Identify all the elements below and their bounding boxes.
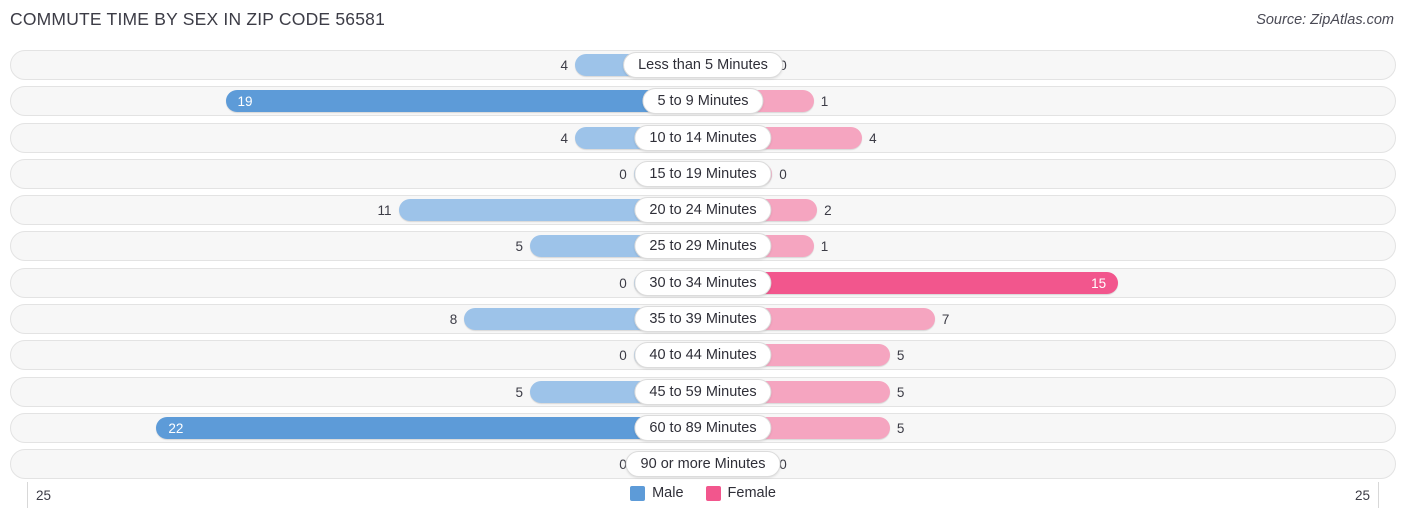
- female-half: 5: [703, 341, 1395, 369]
- male-half: 5: [11, 232, 703, 260]
- chart-row[interactable]: 8 7 35 to 39 Minutes: [10, 304, 1396, 335]
- male-bar[interactable]: [225, 90, 703, 113]
- legend-label: Female: [727, 485, 776, 501]
- male-half: 0: [11, 450, 703, 478]
- chart-page: COMMUTE TIME BY SEX IN ZIP CODE 56581 So…: [0, 0, 1406, 523]
- male-value-label: 5: [515, 384, 523, 400]
- chart-row[interactable]: 4 0 Less than 5 Minutes: [10, 50, 1396, 80]
- category-label: 35 to 39 Minutes: [634, 306, 772, 333]
- male-value-label: 4: [560, 130, 568, 146]
- chart-row[interactable]: 5 5 45 to 59 Minutes: [10, 376, 1396, 407]
- category-label: 90 or more Minutes: [625, 451, 781, 478]
- category-label: 60 to 89 Minutes: [634, 414, 772, 441]
- female-swatch-icon: [705, 485, 721, 501]
- female-value-label: 15: [1091, 275, 1107, 291]
- male-half: 0: [11, 160, 703, 188]
- page-title: COMMUTE TIME BY SEX IN ZIP CODE 56581: [10, 9, 386, 29]
- chart-row[interactable]: 0 0 15 to 19 Minutes: [10, 158, 1396, 189]
- male-half: 19: [11, 87, 703, 115]
- female-half: 5: [703, 378, 1395, 406]
- male-value-label: 0: [619, 275, 627, 291]
- female-value-label: 5: [896, 348, 905, 364]
- male-value-label: 0: [619, 166, 627, 182]
- female-value-label: 7: [941, 312, 950, 328]
- category-label: 45 to 59 Minutes: [634, 378, 772, 405]
- female-half: 2: [703, 196, 1395, 224]
- category-label: 30 to 34 Minutes: [634, 269, 772, 296]
- chart-row[interactable]: 5 1 25 to 29 Minutes: [10, 231, 1396, 262]
- female-half: 1: [703, 232, 1395, 260]
- chart-row[interactable]: 0 15 30 to 34 Minutes: [10, 267, 1396, 298]
- legend-label: Male: [652, 485, 684, 501]
- male-value-label: 4: [560, 58, 568, 73]
- category-label: 10 to 14 Minutes: [634, 124, 772, 151]
- female-value-label: 0: [779, 166, 787, 182]
- male-value-label: 11: [377, 203, 392, 219]
- male-value-label: 19: [237, 94, 253, 110]
- male-value-label: 5: [515, 239, 523, 255]
- category-label: 15 to 19 Minutes: [634, 160, 772, 187]
- female-half: 5: [703, 414, 1395, 442]
- female-value-label: 2: [824, 203, 832, 219]
- male-half: 0: [11, 269, 703, 297]
- category-label: Less than 5 Minutes: [623, 52, 783, 78]
- category-label: 25 to 29 Minutes: [634, 233, 772, 260]
- female-half: 4: [703, 124, 1395, 152]
- chart-plot-area: 4 0 Less than 5 Minutes 19 1 5 to 9 Minutes 4 4…: [10, 50, 1396, 485]
- female-half: 0: [703, 51, 1395, 79]
- chart-row[interactable]: 0 0 90 or more Minutes: [10, 449, 1396, 480]
- male-half: 22: [11, 414, 703, 442]
- female-half: 0: [703, 450, 1395, 478]
- male-half: 4: [11, 124, 703, 152]
- male-half: 8: [11, 305, 703, 333]
- male-half: 5: [11, 378, 703, 406]
- male-half: 0: [11, 341, 703, 369]
- male-value-label: 22: [168, 420, 184, 436]
- category-label: 20 to 24 Minutes: [634, 197, 772, 224]
- legend-item-female[interactable]: Female: [705, 485, 776, 501]
- male-value-label: 0: [619, 348, 627, 364]
- female-half: 1: [703, 87, 1395, 115]
- source-attribution: Source: ZipAtlas.com: [1256, 12, 1394, 28]
- female-half: 7: [703, 305, 1395, 333]
- female-value-label: 5: [896, 384, 905, 400]
- chart-row[interactable]: 19 1 5 to 9 Minutes: [10, 86, 1396, 117]
- female-value-label: 1: [820, 239, 829, 255]
- chart-row[interactable]: 0 5 40 to 44 Minutes: [10, 340, 1396, 371]
- legend-item-male[interactable]: Male: [630, 485, 684, 501]
- male-half: 11: [11, 196, 703, 224]
- chart-legend: Male Female: [0, 485, 1406, 501]
- female-value-label: 4: [869, 130, 877, 146]
- male-value-label: 8: [449, 312, 458, 328]
- female-value-label: 1: [820, 94, 829, 110]
- female-half: 15: [703, 269, 1395, 297]
- category-label: 5 to 9 Minutes: [642, 88, 764, 115]
- male-swatch-icon: [630, 485, 646, 501]
- male-half: 4: [11, 51, 703, 79]
- category-label: 40 to 44 Minutes: [634, 342, 772, 369]
- female-half: 0: [703, 160, 1395, 188]
- chart-row[interactable]: 4 4 10 to 14 Minutes: [10, 122, 1396, 153]
- male-bar[interactable]: [156, 416, 703, 439]
- chart-row[interactable]: 22 5 60 to 89 Minutes: [10, 412, 1396, 443]
- chart-row[interactable]: 11 2 20 to 24 Minutes: [10, 195, 1396, 226]
- female-value-label: 5: [896, 420, 905, 436]
